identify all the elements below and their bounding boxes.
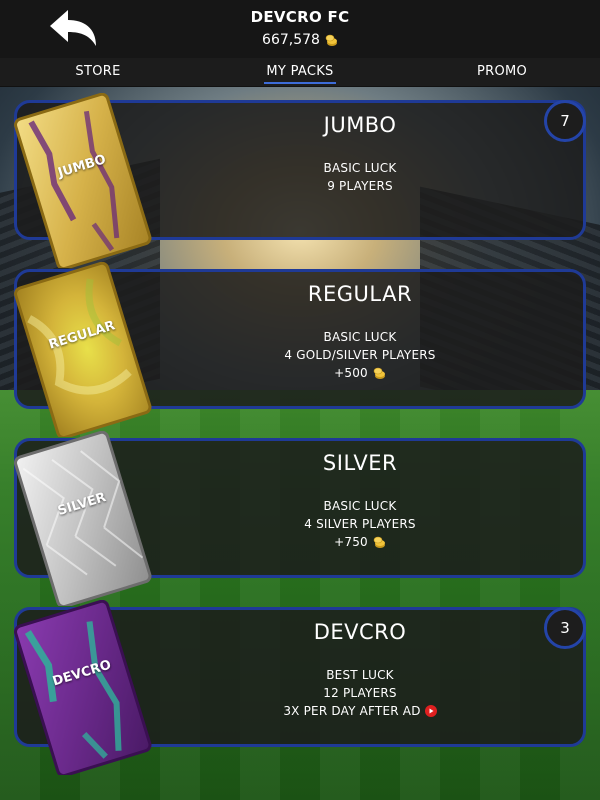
pack-bonus: +500 (137, 364, 583, 382)
top-header: DEVCRO FC 667,578 (0, 0, 600, 58)
coin-icon (325, 34, 337, 46)
pack-row-regular[interactable]: REGULAR REGULAR BASIC LUCK 4 GOLD/SILVER… (14, 261, 586, 440)
pack-luck: BASIC LUCK (323, 330, 397, 344)
pack-info: JUMBO BASIC LUCK 9 PLAYERS (137, 103, 583, 195)
pack-count-badge: 7 (544, 100, 586, 142)
pack-row-jumbo[interactable]: JUMBO JUMBO BASIC LUCK 9 PLAYERS 7 (14, 92, 586, 271)
pack-bonus-amount: +500 (334, 366, 368, 380)
video-ad-play-icon (424, 705, 437, 717)
tab-promo[interactable]: PROMO (452, 64, 552, 79)
pack-players: 4 SILVER PLAYERS (304, 517, 416, 531)
club-name: DEVCRO FC (250, 8, 350, 26)
pack-info: REGULAR BASIC LUCK 4 GOLD/SILVER PLAYERS… (137, 272, 583, 382)
pack-info: SILVER BASIC LUCK 4 SILVER PLAYERS +750 (137, 441, 583, 551)
tab-bar: STORE MY PACKS PROMO (0, 58, 600, 87)
pack-title: REGULAR (307, 282, 413, 306)
tab-store[interactable]: STORE (48, 64, 148, 79)
pack-count-badge: 3 (544, 607, 586, 649)
pack-players: 9 PLAYERS (327, 179, 393, 193)
pack-luck: BASIC LUCK (323, 499, 397, 513)
pack-players: 12 PLAYERS (323, 686, 397, 700)
pack-title: DEVCRO (313, 620, 407, 644)
pack-bonus-amount: +750 (334, 535, 368, 549)
pack-bonus: +750 (137, 533, 583, 551)
pack-info: DEVCRO BEST LUCK 12 PLAYERS 3X PER DAY A… (137, 610, 583, 720)
pack-title: SILVER (322, 451, 398, 475)
pack-players: 4 GOLD/SILVER PLAYERS (284, 348, 436, 362)
tab-my-packs[interactable]: MY PACKS (250, 64, 350, 84)
pack-row-silver[interactable]: SILVER SILVER BASIC LUCK 4 SILVER PLAYER… (14, 430, 586, 609)
pack-row-devcro[interactable]: DEVCRO DEVCRO BEST LUCK 12 PLAYERS 3X PE… (14, 599, 586, 778)
pack-title: JUMBO (323, 113, 397, 137)
pack-ad-limit: 3X PER DAY AFTER AD (137, 702, 583, 720)
pack-luck: BASIC LUCK (323, 161, 397, 175)
pack-ad-text: 3X PER DAY AFTER AD (283, 704, 421, 718)
coin-amount: 667,578 (262, 32, 320, 48)
pack-luck: BEST LUCK (326, 668, 394, 682)
coin-icon (373, 536, 385, 548)
coin-balance: 667,578 (0, 32, 600, 48)
coin-icon (373, 367, 385, 379)
